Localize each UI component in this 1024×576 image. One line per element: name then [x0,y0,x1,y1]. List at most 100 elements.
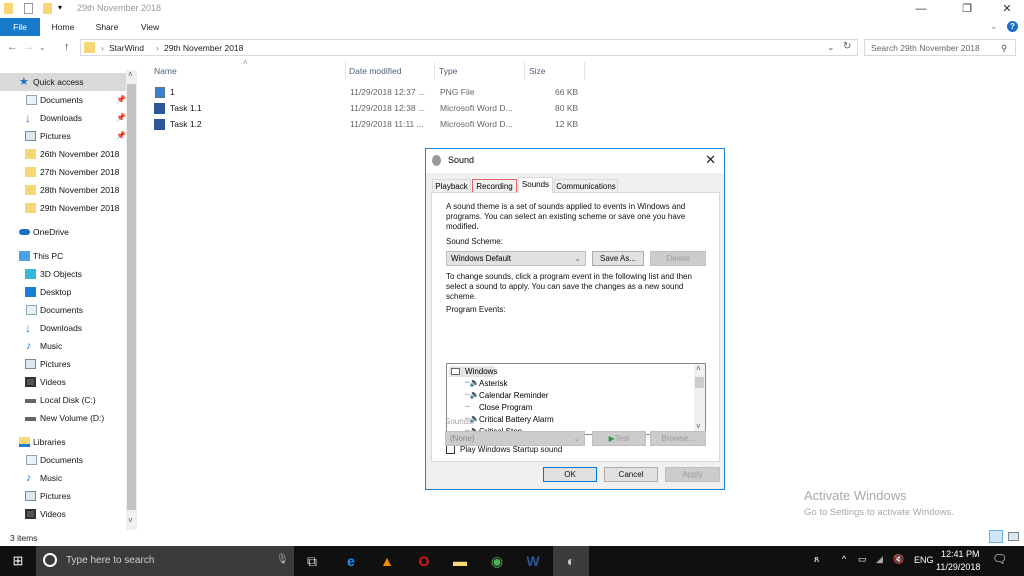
battery-icon[interactable]: ▭ [858,554,867,565]
search-input[interactable]: Search 29th November 2018 ⚲ [864,39,1016,56]
tab-sounds[interactable]: Sounds [518,177,553,193]
properties-icon[interactable] [24,3,33,14]
recent-locations-icon[interactable]: ⌄ [39,43,46,52]
sound-scheme-select[interactable]: Windows Default ⌄ [446,251,586,266]
forward-button[interactable]: → [23,41,34,53]
up-button[interactable]: ↑ [64,41,70,53]
chrome-icon[interactable]: ◉ [483,553,511,570]
sidebar-item-onedrive[interactable]: OneDrive [0,223,126,241]
breadcrumb-current[interactable]: 29th November 2018 [164,43,243,53]
cancel-button[interactable]: Cancel [604,467,658,482]
tab-communications[interactable]: Communications [554,179,618,193]
breadcrumb-starwind[interactable]: StarWind [109,43,144,53]
event-item[interactable]: Asterisk [479,379,507,388]
action-center-icon[interactable]: 🗨 [992,552,1007,566]
file-row[interactable]: Task 1.2 11/29/2018 11:11 ... Microsoft … [150,117,590,133]
address-dropdown-icon[interactable]: ⌄ [827,42,835,53]
address-bar[interactable]: › StarWind › 29th November 2018 ⌄ ↻ [80,39,858,56]
sidebar-item-this-pc[interactable]: This PC [0,247,126,265]
sidebar-item-lib-videos[interactable]: Videos [0,505,126,523]
tab-file[interactable]: File [0,18,40,36]
ok-button[interactable]: OK [543,467,597,482]
tab-playback[interactable]: Playback [432,179,471,193]
people-icon[interactable]: ጸ [814,554,819,565]
task-view-icon[interactable]: ⧉ [298,553,326,570]
sidebar-item-lib-documents[interactable]: Documents [0,451,126,469]
sidebar-item-pc-documents[interactable]: Documents [0,301,126,319]
language-indicator[interactable]: ENG [914,555,934,565]
scroll-down-icon[interactable]: ˅ [696,422,701,431]
sidebar-item-lib-pictures[interactable]: Pictures [0,487,126,505]
scroll-down-icon[interactable]: ˅ [128,516,133,525]
column-date-modified[interactable]: Date modified [349,66,401,76]
events-scroll-thumb[interactable] [695,377,704,388]
scroll-up-icon[interactable]: ˄ [696,364,701,373]
browse-button[interactable]: Browse... [650,431,706,446]
word-icon[interactable]: W [519,553,547,569]
sidebar-item-pc-downloads[interactable]: ↓ Downloads [0,319,126,337]
column-type[interactable]: Type [439,66,457,76]
wifi-icon[interactable]: ◢ [876,554,883,565]
edge-icon[interactable]: e [337,553,365,569]
sidebar-item-music[interactable]: ♪ Music [0,337,126,355]
sidebar-item-27th-november[interactable]: 27th November 2018 [0,163,126,181]
close-button[interactable]: ✕ [990,0,1024,18]
sidebar-item-downloads[interactable]: ↓ Downloads 📌 [0,109,126,127]
vlc-icon[interactable]: ▲ [373,553,401,569]
file-row[interactable]: 1 11/29/2018 12:37 ... PNG File 66 KB [150,85,590,101]
tab-recording[interactable]: Recording [472,179,517,193]
sidebar-item-pc-pictures[interactable]: Pictures [0,355,126,373]
volume-muted-icon[interactable]: 🔇 [893,554,904,565]
tab-home[interactable]: Home [46,18,80,36]
opera-icon[interactable]: O [410,553,438,569]
column-size[interactable]: Size [529,66,546,76]
tab-share[interactable]: Share [88,18,126,36]
nav-scrollbar-thumb[interactable] [127,84,136,510]
sound-app-icon[interactable]: ◐ [553,546,589,576]
new-folder-icon[interactable] [43,3,52,14]
sidebar-item-pictures[interactable]: Pictures 📌 [0,127,126,145]
event-group-windows[interactable]: Windows [465,367,497,376]
startup-sound-checkbox[interactable] [446,445,455,454]
clock-time[interactable]: 12:41 PM [941,549,980,559]
sidebar-item-26th-november[interactable]: 26th November 2018 [0,145,126,163]
file-row[interactable]: Task 1.1 11/29/2018 12:38 ... Microsoft … [150,101,590,117]
column-name[interactable]: Name [154,66,177,76]
sidebar-item-new-volume[interactable]: New Volume (D:) [0,409,126,427]
save-as-button[interactable]: Save As... [592,251,644,266]
sidebar-item-videos[interactable]: Videos [0,373,126,391]
sidebar-item-29th-november[interactable]: 29th November 2018 [0,199,126,217]
help-icon[interactable]: ? [1007,21,1018,32]
file-explorer-icon[interactable]: ▬ [446,553,474,569]
expand-ribbon-icon[interactable]: ⌄ [990,21,998,32]
test-button[interactable]: ▶Test [592,431,646,446]
sidebar-item-libraries[interactable]: Libraries [0,433,126,451]
sidebar-item-28th-november[interactable]: 28th November 2018 [0,181,126,199]
sidebar-item-lib-music[interactable]: ♪ Music [0,469,126,487]
sidebar-item-documents[interactable]: Documents 📌 [0,91,126,109]
event-item[interactable]: Calendar Reminder [479,391,548,400]
apply-button[interactable]: Apply [665,467,720,482]
microphone-icon[interactable]: 🎙 [276,554,289,565]
sidebar-item-local-disk[interactable]: Local Disk (C:) [0,391,126,409]
maximize-button[interactable]: ❐ [944,0,990,18]
show-hidden-icons[interactable]: ^ [842,554,846,564]
dialog-close-button[interactable]: ✕ [705,152,716,168]
clock-date[interactable]: 11/29/2018 [936,562,980,572]
sidebar-item-3d-objects[interactable]: 3D Objects [0,265,126,283]
delete-button[interactable]: Delete [650,251,706,266]
windows-start-icon[interactable]: ⊞ [4,553,32,569]
scroll-up-icon[interactable]: ˄ [128,70,133,79]
event-item[interactable]: Close Program [479,403,532,412]
details-view-button[interactable] [989,530,1003,543]
sidebar-item-desktop[interactable]: Desktop [0,283,126,301]
sidebar-item-quick-access[interactable]: ★ Quick access [0,73,126,91]
refresh-icon[interactable]: ↻ [843,41,851,52]
tab-view[interactable]: View [134,18,166,36]
taskbar-search-box[interactable]: Type here to search 🎙 [36,546,294,576]
customize-dropdown-icon[interactable]: ▾ [58,3,62,12]
large-icons-view-button[interactable] [1008,532,1019,541]
events-scrollbar[interactable]: ˄ ˅ [694,364,705,434]
minimize-button[interactable]: — [898,0,944,18]
sounds-select[interactable]: (None) ⌄ [445,431,585,446]
